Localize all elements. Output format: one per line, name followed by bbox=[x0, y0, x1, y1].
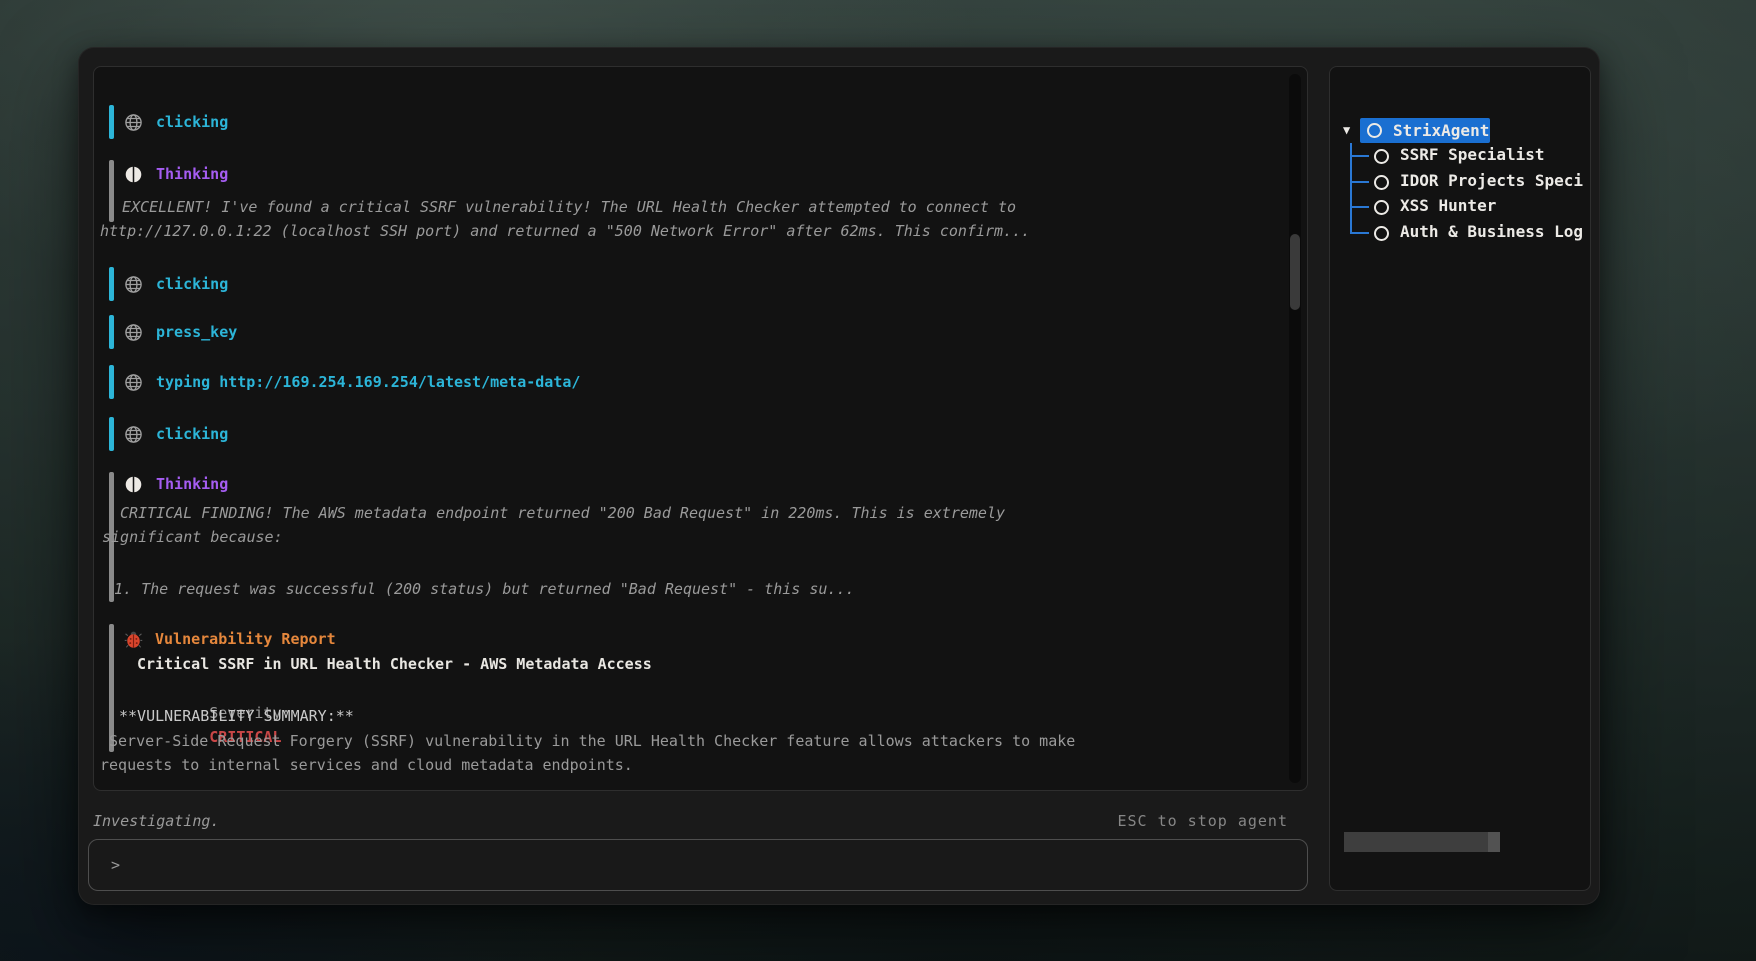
typed-url: http://169.254.169.254/latest/meta-data/ bbox=[219, 373, 580, 391]
thinking-text: http://127.0.0.1:22 (localhost SSH port)… bbox=[100, 219, 1030, 243]
thinking-label: Thinking bbox=[156, 165, 228, 183]
globe-icon bbox=[124, 113, 143, 132]
log-entry-action: clicking bbox=[94, 417, 1307, 451]
selected-row-highlight: StrixAgent bbox=[1360, 118, 1490, 143]
brain-icon bbox=[124, 475, 143, 494]
report-heading: Critical SSRF in URL Health Checker - AW… bbox=[137, 652, 652, 676]
chevron-down-icon[interactable]: ▼ bbox=[1343, 123, 1350, 137]
tree-item-child[interactable]: XSS Hunter bbox=[1330, 195, 1590, 220]
log-entry-thinking: Thinking CRITICAL FINDING! The AWS metad… bbox=[94, 472, 1307, 607]
report-title: Vulnerability Report bbox=[155, 630, 336, 648]
tree-item-child[interactable]: IDOR Projects Speci bbox=[1330, 170, 1590, 195]
tree-item-label: IDOR Projects Speci bbox=[1400, 171, 1583, 190]
thinking-text: 1. The request was successful (200 statu… bbox=[114, 577, 855, 601]
log-scrollbar-track[interactable] bbox=[1289, 74, 1301, 783]
report-body: requests to internal services and cloud … bbox=[100, 753, 633, 777]
tree-item-child[interactable]: SSRF Specialist bbox=[1330, 144, 1590, 169]
thinking-text: EXCELLENT! I've found a critical SSRF vu… bbox=[122, 195, 1016, 219]
scrollbar-end-cap bbox=[1488, 832, 1500, 852]
tree-item-label: SSRF Specialist bbox=[1400, 145, 1545, 164]
tree-item-label: StrixAgent bbox=[1393, 121, 1489, 140]
action-label: typing bbox=[156, 373, 210, 391]
app-window: clicking Thinking EXCELLENT! I've found … bbox=[78, 47, 1600, 905]
status-bar: Investigating. ESC to stop agent bbox=[93, 809, 1308, 833]
tree-item-label: XSS Hunter bbox=[1400, 196, 1496, 215]
agent-status-circle bbox=[1374, 226, 1389, 241]
thinking-text: CRITICAL FINDING! The AWS metadata endpo… bbox=[120, 501, 1005, 525]
tree-item-label: Auth & Business Log bbox=[1400, 222, 1583, 241]
log-scrollbar-thumb[interactable] bbox=[1290, 234, 1300, 310]
tree-item-child[interactable]: Auth & Business Log bbox=[1330, 221, 1590, 246]
thinking-label: Thinking bbox=[156, 475, 228, 493]
agent-status-circle bbox=[1367, 123, 1382, 138]
globe-icon bbox=[124, 373, 143, 392]
globe-icon bbox=[124, 425, 143, 444]
brain-icon bbox=[124, 165, 143, 184]
agent-status-text: Investigating. bbox=[93, 812, 219, 830]
log-entry-thinking: Thinking EXCELLENT! I've found a critica… bbox=[94, 160, 1307, 246]
agent-log-panel[interactable]: clicking Thinking EXCELLENT! I've found … bbox=[93, 66, 1308, 791]
sidebar-horizontal-scrollbar[interactable] bbox=[1344, 832, 1500, 852]
log-entry-action: clicking bbox=[94, 105, 1307, 139]
log-entry-action: clicking bbox=[94, 267, 1307, 301]
command-input[interactable]: > bbox=[88, 839, 1308, 891]
globe-icon bbox=[124, 323, 143, 342]
agent-status-circle bbox=[1374, 175, 1389, 190]
prompt-char: > bbox=[111, 856, 120, 874]
action-label: clicking bbox=[156, 113, 228, 131]
thinking-text: significant because: bbox=[102, 525, 283, 549]
agent-status-circle bbox=[1374, 200, 1389, 215]
tree-item-root[interactable]: ▼ StrixAgent bbox=[1330, 118, 1590, 143]
bug-icon bbox=[124, 630, 143, 649]
report-summary-label: **VULNERABILITY SUMMARY:** bbox=[119, 704, 354, 728]
action-label: clicking bbox=[156, 425, 228, 443]
report-body: Server-Side Request Forgery (SSRF) vulne… bbox=[109, 729, 1075, 753]
log-entry-action: typing http://169.254.169.254/latest/met… bbox=[94, 365, 1307, 399]
stop-agent-hint: ESC to stop agent bbox=[1117, 812, 1308, 830]
agent-status-circle bbox=[1374, 149, 1389, 164]
agent-tree-panel: ▼ StrixAgent SSRF Specialist IDOR Projec… bbox=[1329, 66, 1591, 891]
action-label: press_key bbox=[156, 323, 237, 341]
log-entry-action: press_key bbox=[94, 315, 1307, 349]
log-entry-report: Vulnerability Report Critical SSRF in UR… bbox=[94, 624, 1307, 774]
globe-icon bbox=[124, 275, 143, 294]
action-label: clicking bbox=[156, 275, 228, 293]
